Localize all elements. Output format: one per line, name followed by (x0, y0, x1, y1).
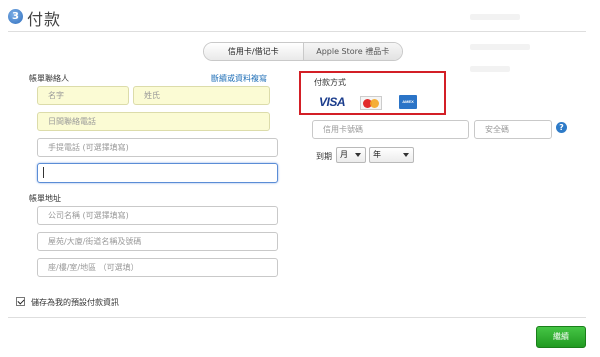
tab-gift-card[interactable]: Apple Store 禮品卡 (303, 43, 402, 60)
mastercard-logo-icon (360, 96, 382, 110)
save-default-label: 儲存為我的預設付款資訊 (31, 298, 119, 307)
card-number-field[interactable]: 信用卡號碼 (312, 120, 469, 139)
footer-divider (8, 317, 586, 318)
mobile-phone-field[interactable]: 手提電話 (可選擇填寫) (37, 138, 278, 157)
day-phone-field[interactable]: 日間聯絡電話 (37, 112, 270, 131)
visa-logo-icon: VISA (319, 95, 346, 109)
tab-credit-debit-card[interactable]: 信用卡/借记卡 (204, 43, 304, 60)
expiry-year-select[interactable]: 年 (369, 147, 414, 163)
chevron-down-icon (355, 153, 361, 157)
expiry-year-value: 年 (373, 150, 381, 159)
last-name-field[interactable]: 姓氏 (133, 86, 270, 105)
save-default-checkbox[interactable] (16, 297, 25, 306)
background-decoration (470, 44, 530, 50)
first-name-field[interactable]: 名字 (37, 86, 129, 105)
step-number-badge: 3 (8, 9, 23, 24)
payment-method-label: 付款方式 (314, 78, 346, 87)
expiry-month-value: 月 (340, 150, 348, 159)
email-field[interactable] (37, 163, 278, 183)
payment-type-tabs: 信用卡/借记卡 Apple Store 禮品卡 (203, 42, 403, 61)
background-decoration (470, 66, 510, 72)
amex-logo-icon: AMEX (399, 95, 417, 109)
background-decoration (470, 14, 520, 20)
billing-address-label: 帳單地址 (29, 194, 61, 203)
help-icon[interactable]: ? (556, 122, 567, 133)
continue-button[interactable]: 繼續 (536, 326, 586, 348)
expiry-label: 到期 (316, 152, 332, 161)
chevron-down-icon (403, 153, 409, 157)
billing-contact-label: 帳單聯絡人 (29, 74, 69, 83)
expiry-month-select[interactable]: 月 (336, 147, 366, 163)
security-code-field[interactable]: 安全碼 (474, 120, 552, 139)
company-name-field[interactable]: 公司名稱 (可選擇填寫) (37, 206, 278, 225)
floor-district-field[interactable]: 座/樓/室/地區 （可選填） (37, 258, 278, 277)
page-title: 付款 (27, 10, 62, 29)
header-divider (8, 31, 586, 32)
edit-contact-link[interactable]: 斷續或資料複寫 (211, 73, 267, 84)
text-cursor (43, 167, 44, 178)
building-street-field[interactable]: 屋苑/大廈/街道名稱及號碼 (37, 232, 278, 251)
